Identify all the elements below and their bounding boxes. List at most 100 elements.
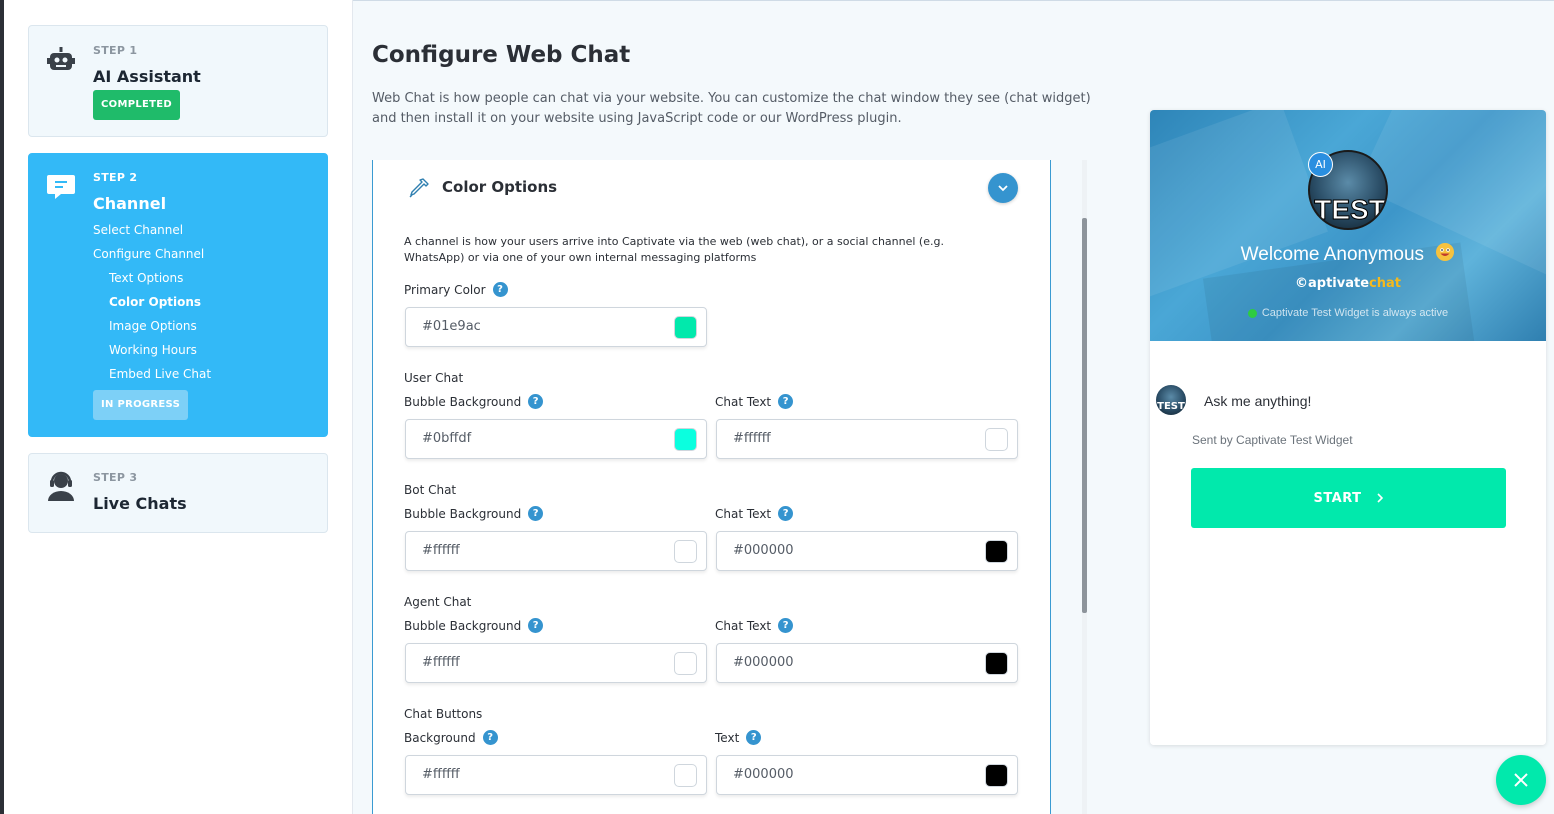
step-label: STEP 3	[93, 471, 138, 484]
user-chat-text-label: Chat Text ?	[715, 394, 794, 409]
color-swatch[interactable]	[674, 764, 697, 787]
help-icon[interactable]: ?	[778, 394, 794, 409]
user-chat-group-label: User Chat	[404, 371, 464, 385]
status-line: Captivate Test Widget is always active	[1150, 307, 1546, 319]
chat-buttons-bg-input[interactable]: #ffffff	[405, 755, 707, 795]
welcome-label: Welcome Anonymous	[1240, 244, 1425, 266]
online-dot-icon	[1247, 308, 1257, 318]
label-text: Chat Text	[715, 618, 772, 633]
widget-header: TEST AI Welcome Anonymous ©aptivatechat	[1150, 110, 1546, 341]
status-text: Captivate Test Widget is always active	[1261, 307, 1449, 319]
label-text: Primary Color	[404, 282, 486, 297]
bot-bubble-bg-input[interactable]: #ffffff	[405, 531, 707, 571]
close-icon	[1514, 773, 1528, 787]
step-card-channel[interactable]: STEP 2 Channel Select Channel Configure …	[28, 153, 328, 437]
help-icon[interactable]: ?	[492, 282, 508, 297]
sidebar-item-working-hours[interactable]: Working Hours	[109, 343, 197, 357]
chevron-right-icon	[1376, 493, 1383, 503]
help-icon[interactable]: ?	[746, 730, 762, 745]
step-title: Channel	[93, 194, 167, 213]
eyedropper-icon	[407, 176, 431, 200]
help-icon[interactable]: ?	[528, 506, 544, 521]
color-swatch[interactable]	[674, 540, 697, 563]
color-swatch[interactable]	[985, 764, 1008, 787]
start-button[interactable]: START	[1191, 468, 1506, 528]
step-title: Live Chats	[93, 494, 187, 513]
agent-chat-group-label: Agent Chat	[404, 595, 472, 609]
sidebar: STEP 1 AI Assistant COMPLETED STEP 2 Cha…	[4, 0, 353, 814]
chat-icon	[45, 170, 77, 202]
color-value: #000000	[733, 655, 794, 670]
top-divider	[353, 0, 1554, 1]
label-text: Background	[404, 730, 476, 745]
panel-title: Color Options	[442, 178, 558, 196]
color-value: #000000	[733, 543, 794, 558]
help-icon[interactable]: ?	[778, 506, 794, 521]
label-text: Text	[715, 730, 740, 745]
sidebar-item-configure-channel[interactable]: Configure Channel	[93, 247, 204, 261]
label-text: Bubble Background	[404, 618, 522, 633]
help-icon[interactable]: ?	[528, 394, 544, 409]
step-card-ai-assistant[interactable]: STEP 1 AI Assistant COMPLETED	[28, 25, 328, 137]
chat-widget-preview: TEST AI Welcome Anonymous ©aptivatechat	[1150, 110, 1546, 745]
collapse-button[interactable]	[988, 173, 1018, 203]
widget-body: TEST Ask me anything! Sent by Captivate …	[1150, 341, 1546, 745]
color-value: #0bffdf	[422, 431, 472, 446]
color-swatch[interactable]	[674, 316, 697, 339]
panel-description: A channel is how your users arrive into …	[404, 235, 944, 264]
user-chat-text-input[interactable]: #ffffff	[716, 419, 1018, 459]
primary-color-label: Primary Color ?	[404, 282, 508, 297]
brand-logo: ©aptivatechat	[1150, 276, 1546, 291]
headset-agent-icon	[45, 470, 77, 502]
sidebar-item-text-options[interactable]: Text Options	[109, 271, 183, 285]
help-icon[interactable]: ?	[528, 618, 544, 633]
sidebar-item-select-channel[interactable]: Select Channel	[93, 223, 183, 237]
primary-color-input[interactable]: #01e9ac	[405, 307, 707, 347]
label-text: Bubble Background	[404, 506, 522, 521]
page-title: Configure Web Chat	[372, 42, 631, 68]
color-swatch[interactable]	[985, 652, 1008, 675]
scrollbar-thumb[interactable]	[1082, 218, 1087, 613]
sidebar-item-color-options[interactable]: Color Options	[109, 295, 201, 309]
page-description: Web Chat is how people can chat via your…	[372, 91, 1091, 126]
bot-chat-text-input[interactable]: #000000	[716, 531, 1018, 571]
sidebar-item-image-options[interactable]: Image Options	[109, 319, 197, 333]
color-swatch[interactable]	[674, 428, 697, 451]
start-label: START	[1313, 490, 1362, 506]
grinning-face-emoji-icon	[1435, 242, 1455, 268]
label-text: Chat Text	[715, 394, 772, 409]
agent-bubble-bg-input[interactable]: #ffffff	[405, 643, 707, 683]
agent-chat-text-label: Chat Text ?	[715, 618, 794, 633]
agent-bubble-bg-label: Bubble Background ?	[404, 618, 544, 633]
help-icon[interactable]: ?	[778, 618, 794, 633]
step-card-live-chats[interactable]: STEP 3 Live Chats	[28, 453, 328, 533]
ai-badge: AI	[1308, 152, 1333, 177]
status-badge-completed: COMPLETED	[93, 90, 180, 120]
color-value: #ffffff	[422, 655, 460, 670]
brand-accent: chat	[1369, 276, 1401, 291]
avatar-text: TEST	[1157, 401, 1185, 412]
close-widget-button[interactable]	[1496, 755, 1546, 805]
step-title: AI Assistant	[93, 67, 201, 86]
bot-message: Ask me anything!	[1204, 393, 1312, 409]
chat-buttons-text-input[interactable]: #000000	[716, 755, 1018, 795]
color-swatch[interactable]	[674, 652, 697, 675]
sent-by-text: Sent by Captivate Test Widget	[1192, 433, 1353, 447]
step-label: STEP 2	[93, 171, 138, 184]
color-value: #ffffff	[733, 431, 771, 446]
main-content: Configure Web Chat Web Chat is how peopl…	[353, 0, 1554, 814]
help-icon[interactable]: ?	[482, 730, 498, 745]
sidebar-item-embed-live-chat[interactable]: Embed Live Chat	[109, 367, 211, 381]
avatar-text: TEST	[1314, 194, 1386, 226]
status-badge-in-progress: IN PROGRESS	[93, 390, 189, 420]
chat-buttons-group-label: Chat Buttons	[404, 707, 483, 721]
agent-chat-text-input[interactable]: #000000	[716, 643, 1018, 683]
step-label: STEP 1	[93, 44, 138, 57]
bot-chat-text-label: Chat Text ?	[715, 506, 794, 521]
user-bubble-bg-input[interactable]: #0bffdf	[405, 419, 707, 459]
color-swatch[interactable]	[985, 428, 1008, 451]
bot-bubble-bg-label: Bubble Background ?	[404, 506, 544, 521]
color-swatch[interactable]	[985, 540, 1008, 563]
chat-buttons-bg-label: Background ?	[404, 730, 498, 745]
brand-prefix: ©aptivate	[1295, 276, 1370, 291]
